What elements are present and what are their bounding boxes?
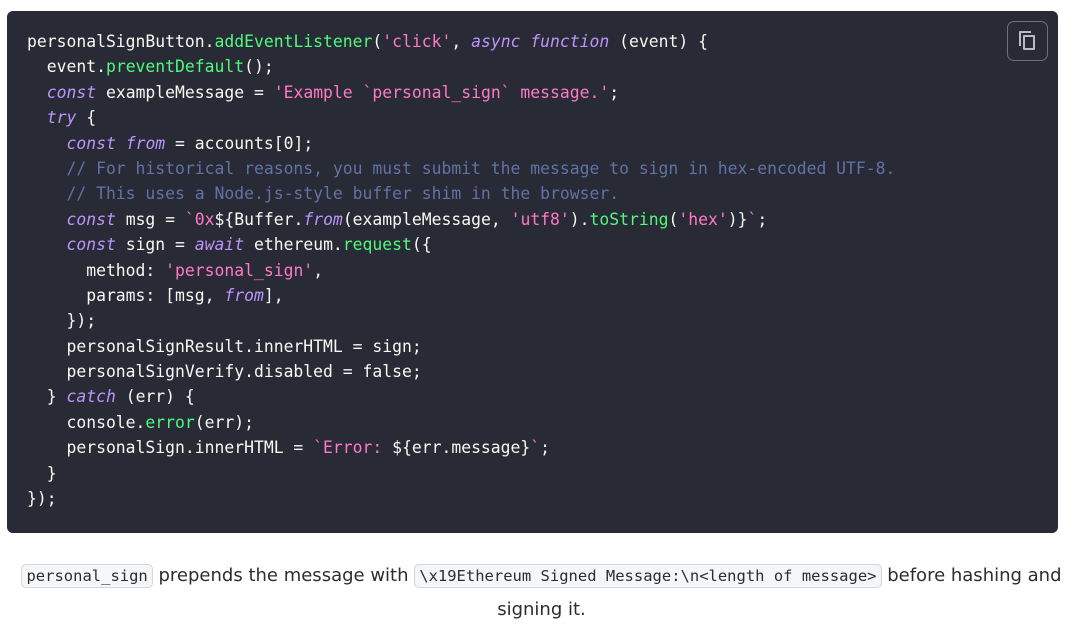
code-token: console. bbox=[27, 412, 146, 432]
code-token: ({ bbox=[411, 235, 432, 255]
code-token: { bbox=[76, 108, 97, 128]
code-token: request bbox=[342, 235, 412, 255]
code-block: personalSignButton.addEventListener('cli… bbox=[7, 11, 1058, 533]
code-token: const bbox=[66, 235, 116, 255]
code-token: ethereum. bbox=[244, 235, 343, 255]
code-token: const bbox=[66, 209, 116, 229]
code-token: 'hex' bbox=[678, 209, 728, 229]
code-token: from bbox=[224, 285, 264, 305]
code-token: try bbox=[46, 108, 77, 128]
code-token: await bbox=[194, 235, 245, 255]
code-token: ${Buffer. bbox=[214, 209, 304, 229]
copy-button[interactable] bbox=[1007, 21, 1048, 61]
code-token: // For historical reasons, you must subm… bbox=[27, 158, 896, 178]
code-token: async bbox=[471, 32, 521, 51]
code-line: console.error(err); bbox=[27, 410, 895, 435]
code-token: catch bbox=[66, 387, 116, 407]
code-token: , bbox=[451, 32, 472, 51]
code-content: personalSignButton.addEventListener('cli… bbox=[27, 29, 895, 511]
code-token: (event) { bbox=[609, 32, 708, 51]
code-token: ], bbox=[263, 285, 284, 305]
code-token: ; bbox=[609, 82, 620, 102]
code-line: params: [msg, from], bbox=[27, 283, 895, 308]
code-token: ` bbox=[747, 209, 758, 229]
code-line: } bbox=[27, 461, 895, 486]
code-token: exampleMessage = bbox=[96, 82, 274, 102]
code-token: const bbox=[66, 133, 116, 153]
code-token: 'click' bbox=[382, 32, 452, 51]
code-token: // This uses a Node.js-style buffer shim… bbox=[27, 184, 620, 204]
code-token: msg = bbox=[115, 209, 185, 229]
inline-code-prefix: \x19Ethereum Signed Message:\n<length of… bbox=[414, 564, 882, 588]
code-line: const sign = await ethereum.request({ bbox=[27, 232, 895, 257]
code-token: event. bbox=[27, 57, 106, 77]
code-token: method: bbox=[27, 260, 166, 280]
code-line: personalSign.innerHTML = `Error: ${err.m… bbox=[27, 435, 895, 460]
inline-code-personal-sign: personal_sign bbox=[21, 564, 153, 588]
code-line: const from = accounts[0]; bbox=[27, 131, 895, 156]
code-token: ; bbox=[540, 438, 551, 458]
code-line: method: 'personal_sign', bbox=[27, 258, 895, 283]
code-token: ). bbox=[569, 209, 590, 229]
code-token: (err) { bbox=[115, 387, 195, 407]
code-line: } catch (err) { bbox=[27, 384, 895, 409]
code-token: } bbox=[27, 387, 67, 407]
code-token: addEventListener bbox=[214, 32, 373, 51]
code-token: }); bbox=[27, 489, 57, 509]
code-token: (err); bbox=[194, 412, 254, 432]
code-token: (exampleMessage, bbox=[342, 209, 511, 229]
code-token: const bbox=[46, 82, 97, 102]
code-line: }); bbox=[27, 308, 895, 333]
code-line: // This uses a Node.js-style buffer shim… bbox=[27, 181, 895, 206]
code-token: sign = bbox=[115, 235, 195, 255]
code-line: // For historical reasons, you must subm… bbox=[27, 156, 895, 181]
code-line: personalSignResult.innerHTML = sign; bbox=[27, 334, 895, 359]
code-token: 'personal_sign' bbox=[165, 260, 314, 280]
code-token: error bbox=[145, 412, 195, 432]
code-line: const exampleMessage = 'Example `persona… bbox=[27, 80, 895, 105]
code-token: personalSignVerify.disabled = false; bbox=[27, 362, 422, 382]
code-token: ${err.message} bbox=[392, 438, 531, 458]
code-token: from bbox=[303, 209, 343, 229]
code-token: , bbox=[313, 260, 324, 280]
code-token: ` bbox=[530, 438, 541, 458]
code-token: personalSign.innerHTML = bbox=[27, 438, 314, 458]
code-line: const msg = `0x${Buffer.from(exampleMess… bbox=[27, 207, 895, 232]
caption-text-1: prepends the message with bbox=[152, 565, 415, 586]
code-token: personalSignResult.innerHTML = sign; bbox=[27, 336, 422, 356]
code-token: ; bbox=[757, 209, 768, 229]
code-line: try { bbox=[27, 105, 895, 130]
copy-icon bbox=[1018, 31, 1037, 51]
code-token: ( bbox=[372, 32, 383, 51]
code-token: 'Example `personal_sign` message.' bbox=[273, 82, 610, 102]
code-token: params: [msg, bbox=[27, 285, 225, 305]
code-token: } bbox=[27, 463, 57, 483]
code-token: `0x bbox=[184, 209, 215, 229]
code-token: (); bbox=[244, 57, 274, 77]
code-token: from bbox=[125, 133, 166, 153]
caption-paragraph: personal_sign prepends the message with … bbox=[0, 559, 1083, 626]
code-token: = accounts[0]; bbox=[165, 133, 314, 153]
code-line: event.preventDefault(); bbox=[27, 54, 895, 79]
code-token: function bbox=[530, 32, 610, 51]
code-token: )} bbox=[727, 209, 748, 229]
code-line: }); bbox=[27, 486, 895, 511]
code-token: ( bbox=[668, 209, 679, 229]
code-line: personalSignVerify.disabled = false; bbox=[27, 359, 895, 384]
code-token: toString bbox=[589, 209, 669, 229]
code-token: `Error: bbox=[313, 438, 393, 458]
code-token: 'utf8' bbox=[510, 209, 570, 229]
code-token: }); bbox=[27, 311, 97, 331]
code-line: personalSignButton.addEventListener('cli… bbox=[27, 29, 895, 54]
code-token: preventDefault bbox=[105, 57, 245, 77]
code-token: personalSignButton. bbox=[27, 32, 215, 51]
